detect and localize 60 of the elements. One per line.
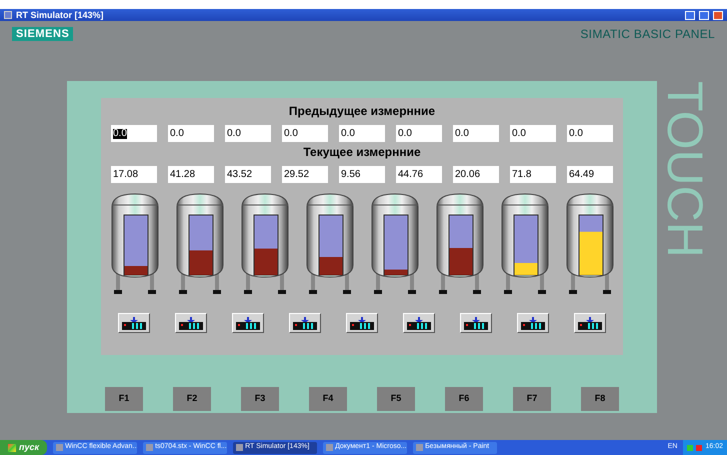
value-field[interactable]: 17.08 bbox=[111, 166, 157, 183]
window-title: RT Simulator [143%] bbox=[16, 10, 104, 20]
value-field[interactable]: 20.06 bbox=[453, 166, 499, 183]
model-label: SIMATIC BASIC PANEL bbox=[580, 26, 715, 43]
value-field[interactable]: 0.0 bbox=[111, 125, 157, 142]
function-key[interactable]: F7 bbox=[513, 387, 551, 411]
minimize-button[interactable] bbox=[685, 10, 695, 20]
value-field[interactable]: 0.0 bbox=[282, 125, 328, 142]
panel-button[interactable] bbox=[175, 313, 207, 333]
keyboard-icon bbox=[293, 316, 317, 330]
maximize-button[interactable] bbox=[699, 10, 709, 20]
keyboard-icon bbox=[122, 316, 146, 330]
value-field[interactable]: 0.0 bbox=[168, 125, 214, 142]
keyboard-icon bbox=[407, 316, 431, 330]
keyboard-icon bbox=[236, 316, 260, 330]
value-field[interactable]: 64.49 bbox=[567, 166, 613, 183]
panel-button[interactable] bbox=[403, 313, 435, 333]
function-key[interactable]: F1 bbox=[105, 387, 143, 411]
keyboard-icon bbox=[350, 316, 374, 330]
window-icon bbox=[416, 444, 424, 451]
panel-button[interactable] bbox=[460, 313, 492, 333]
section-heading: Текущее измернние bbox=[303, 144, 421, 161]
window-icon bbox=[236, 444, 244, 451]
touch-label: TOUCH bbox=[660, 81, 710, 260]
close-button[interactable] bbox=[713, 10, 723, 20]
value-field[interactable]: 0.0 bbox=[339, 125, 385, 142]
panel-button[interactable] bbox=[346, 313, 378, 333]
panel-button[interactable] bbox=[118, 313, 150, 333]
value-field[interactable]: 29.52 bbox=[282, 166, 328, 183]
value-field[interactable]: 44.76 bbox=[396, 166, 442, 183]
value-field[interactable]: 0.0 bbox=[396, 125, 442, 142]
window-icon bbox=[56, 444, 64, 451]
keyboard-icon bbox=[578, 316, 602, 330]
value-field[interactable]: 0.0 bbox=[510, 125, 556, 142]
function-key[interactable]: F4 bbox=[309, 387, 347, 411]
keyboard-icon bbox=[464, 316, 488, 330]
window-icon bbox=[326, 444, 334, 451]
windows-logo-icon bbox=[8, 444, 16, 452]
function-key[interactable]: F6 bbox=[445, 387, 483, 411]
value-field[interactable]: 9.56 bbox=[339, 166, 385, 183]
section-heading: Предыдущее измернние bbox=[288, 103, 436, 120]
panel-button[interactable] bbox=[232, 313, 264, 333]
function-key[interactable]: F3 bbox=[241, 387, 279, 411]
value-field[interactable]: 41.28 bbox=[168, 166, 214, 183]
value-field[interactable]: 71.8 bbox=[510, 166, 556, 183]
brand-logo: SIEMENS bbox=[12, 27, 74, 41]
panel-button[interactable] bbox=[517, 313, 549, 333]
value-field[interactable]: 0.0 bbox=[453, 125, 499, 142]
keyboard-icon bbox=[179, 316, 203, 330]
value-field[interactable]: 0.0 bbox=[567, 125, 613, 142]
window-icon bbox=[146, 444, 154, 451]
function-key[interactable]: F8 bbox=[581, 387, 619, 411]
value-field[interactable]: 43.52 bbox=[225, 166, 271, 183]
keyboard-icon bbox=[521, 316, 545, 330]
function-key[interactable]: F5 bbox=[377, 387, 415, 411]
function-key[interactable]: F2 bbox=[173, 387, 211, 411]
panel-button[interactable] bbox=[574, 313, 606, 333]
value-field[interactable]: 0.0 bbox=[225, 125, 271, 142]
panel-button[interactable] bbox=[289, 313, 321, 333]
app-icon bbox=[4, 11, 12, 19]
